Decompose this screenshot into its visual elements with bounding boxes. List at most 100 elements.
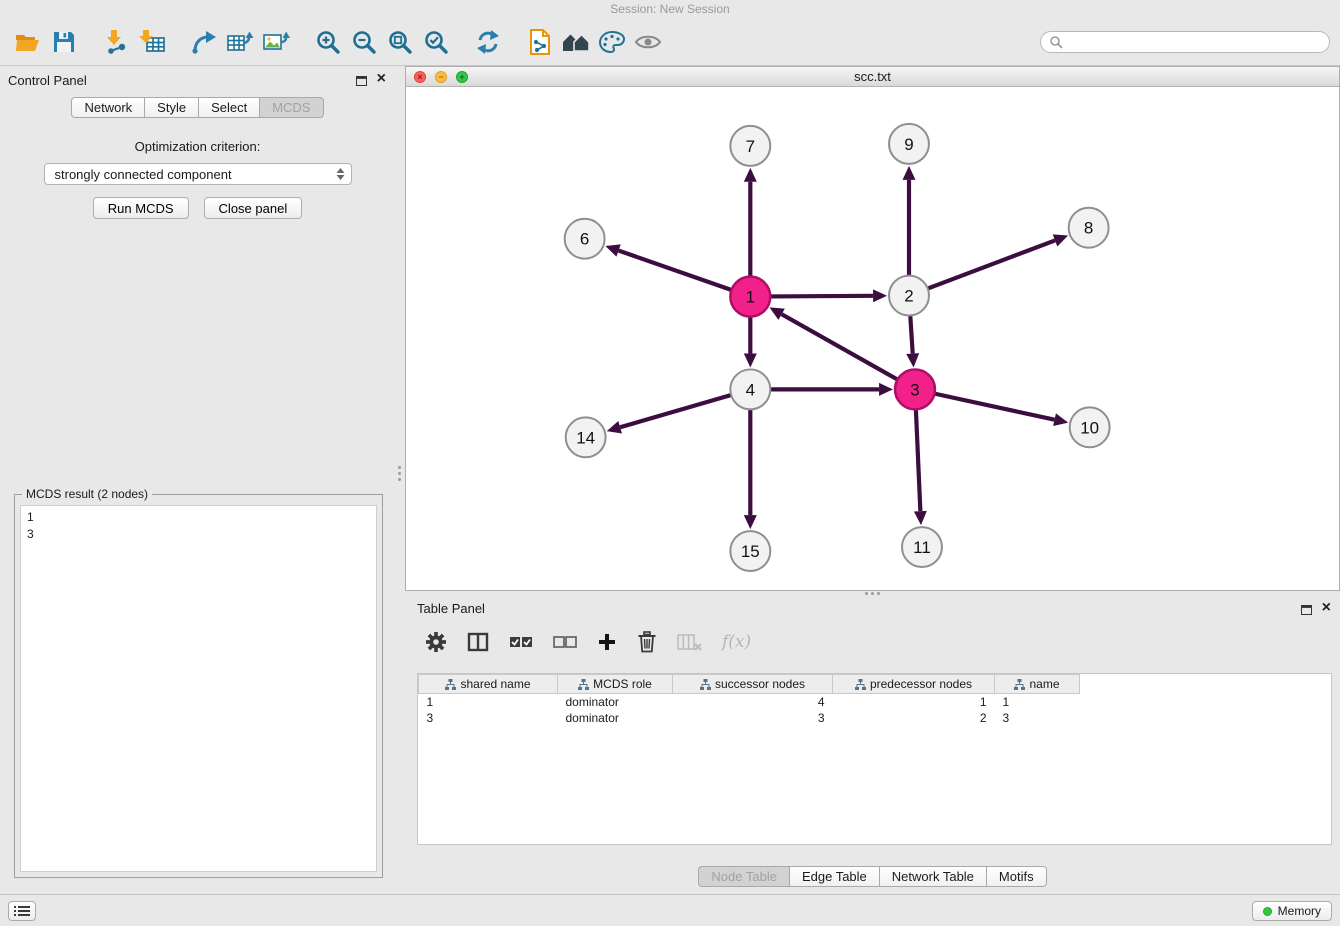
edge-arrowhead-icon xyxy=(744,353,757,367)
zoom-in-button[interactable] xyxy=(310,24,346,60)
save-session-button[interactable] xyxy=(46,24,82,60)
tab-mcds[interactable]: MCDS xyxy=(259,97,323,118)
open-session-button[interactable] xyxy=(10,24,46,60)
float-control-panel-icon[interactable] xyxy=(356,74,367,89)
refresh-icon xyxy=(475,29,501,55)
graph-node-3[interactable]: 3 xyxy=(895,369,935,409)
columns-icon xyxy=(467,632,489,652)
graph-node-6[interactable]: 6 xyxy=(565,219,605,259)
import-table-button[interactable] xyxy=(134,24,170,60)
graph-edge-2-8[interactable] xyxy=(928,240,1055,288)
graph-node-9[interactable]: 9 xyxy=(889,124,929,164)
graph-edge-2-3[interactable] xyxy=(910,316,912,354)
table-cell[interactable]: 1 xyxy=(995,694,1080,710)
control-panel-title: Control Panel xyxy=(8,73,87,88)
graph-node-10[interactable]: 10 xyxy=(1070,407,1110,447)
graph-edge-1-2[interactable] xyxy=(770,296,873,297)
add-column-button[interactable] xyxy=(597,632,617,652)
criterion-select[interactable]: strongly connected component xyxy=(44,163,352,185)
minimize-window-button[interactable]: − xyxy=(435,71,447,83)
tab-edge-table[interactable]: Edge Table xyxy=(789,866,880,887)
delete-column-button[interactable] xyxy=(677,632,702,652)
export-table-icon xyxy=(226,30,254,54)
delete-rows-button[interactable] xyxy=(637,631,657,653)
graph-edge-3-11[interactable] xyxy=(916,409,921,511)
column-header-predecessor-nodes[interactable]: predecessor nodes xyxy=(833,675,995,694)
table-cell[interactable]: dominator xyxy=(558,694,673,710)
table-cell[interactable]: 2 xyxy=(833,710,995,726)
zoom-out-button[interactable] xyxy=(346,24,382,60)
plus-icon xyxy=(597,632,617,652)
tab-node-table[interactable]: Node Table xyxy=(698,866,790,887)
select-all-button[interactable] xyxy=(509,633,533,651)
column-header-mcds-role[interactable]: MCDS role xyxy=(558,675,673,694)
deselect-all-button[interactable] xyxy=(553,633,577,651)
search-input[interactable] xyxy=(1068,34,1321,50)
export-table-button[interactable] xyxy=(222,24,258,60)
search-icon xyxy=(1049,35,1063,49)
search-box[interactable] xyxy=(1040,31,1330,53)
table-row[interactable]: 1dominator411 xyxy=(419,694,1080,710)
graph-node-4[interactable]: 4 xyxy=(730,369,770,409)
graph-edge-3-10[interactable] xyxy=(934,394,1054,420)
show-hide-button[interactable] xyxy=(630,24,666,60)
control-panel-tabs: Network Style Select MCDS xyxy=(0,97,395,118)
select-spinner-icon xyxy=(336,167,345,181)
table-cell[interactable]: 3 xyxy=(995,710,1080,726)
maximize-window-button[interactable]: + xyxy=(456,71,468,83)
export-network-button[interactable] xyxy=(186,24,222,60)
table-cell[interactable]: 1 xyxy=(833,694,995,710)
column-header-name[interactable]: name xyxy=(995,675,1080,694)
run-mcds-button[interactable]: Run MCDS xyxy=(93,197,189,219)
svg-text:15: 15 xyxy=(741,542,760,561)
graph-node-2[interactable]: 2 xyxy=(889,276,929,316)
graph-node-8[interactable]: 8 xyxy=(1069,208,1109,248)
zoom-fit-button[interactable] xyxy=(382,24,418,60)
graph-node-1[interactable]: 1 xyxy=(730,277,770,317)
mcds-result-line: 1 xyxy=(27,509,370,526)
document-share-button[interactable] xyxy=(522,24,558,60)
network-graph[interactable]: 1 2 3 4 6 7 8 9 10 11 14 15 xyxy=(406,87,1339,590)
tab-motifs[interactable]: Motifs xyxy=(986,866,1047,887)
close-table-panel-icon[interactable]: × xyxy=(1322,599,1331,617)
graph-edge-1-6[interactable] xyxy=(619,251,732,290)
vertical-splitter[interactable] xyxy=(395,66,405,894)
control-panel: Control Panel × Network Style Select MCD… xyxy=(0,66,395,894)
close-window-button[interactable]: × xyxy=(414,71,426,83)
graph-node-14[interactable]: 14 xyxy=(566,417,606,457)
tab-network[interactable]: Network xyxy=(71,97,145,118)
graph-node-15[interactable]: 15 xyxy=(730,531,770,571)
graph-edge-3-1[interactable] xyxy=(782,314,898,379)
column-header-successor-nodes[interactable]: successor nodes xyxy=(673,675,833,694)
column-header-shared-name[interactable]: shared name xyxy=(419,675,558,694)
network-overview-button[interactable] xyxy=(558,24,594,60)
float-table-panel-icon[interactable] xyxy=(1301,603,1312,618)
export-image-button[interactable] xyxy=(258,24,294,60)
memory-button[interactable]: Memory xyxy=(1252,901,1332,921)
close-panel-button[interactable]: Close panel xyxy=(204,197,303,219)
home-overview-icon xyxy=(561,30,591,54)
table-cell[interactable]: 3 xyxy=(419,710,558,726)
tab-style[interactable]: Style xyxy=(144,97,199,118)
tab-select[interactable]: Select xyxy=(198,97,260,118)
import-network-button[interactable] xyxy=(98,24,134,60)
export-image-icon xyxy=(262,30,290,54)
graph-node-7[interactable]: 7 xyxy=(730,126,770,166)
close-control-panel-icon[interactable]: × xyxy=(377,70,386,88)
zoom-selected-button[interactable] xyxy=(418,24,454,60)
table-row[interactable]: 3dominator323 xyxy=(419,710,1080,726)
table-cell[interactable]: 3 xyxy=(673,710,833,726)
table-cell[interactable]: 1 xyxy=(419,694,558,710)
mcds-result-list[interactable]: 1 3 xyxy=(20,505,377,872)
table-cell[interactable]: dominator xyxy=(558,710,673,726)
style-palette-button[interactable] xyxy=(594,24,630,60)
graph-edge-4-14[interactable] xyxy=(620,395,731,427)
table-settings-button[interactable] xyxy=(425,631,447,653)
function-builder-button[interactable]: f(x) xyxy=(722,632,751,652)
refresh-view-button[interactable] xyxy=(470,24,506,60)
show-columns-button[interactable] xyxy=(467,632,489,652)
tab-network-table[interactable]: Network Table xyxy=(879,866,987,887)
task-history-button[interactable] xyxy=(8,901,36,921)
graph-node-11[interactable]: 11 xyxy=(902,527,942,567)
table-cell[interactable]: 4 xyxy=(673,694,833,710)
